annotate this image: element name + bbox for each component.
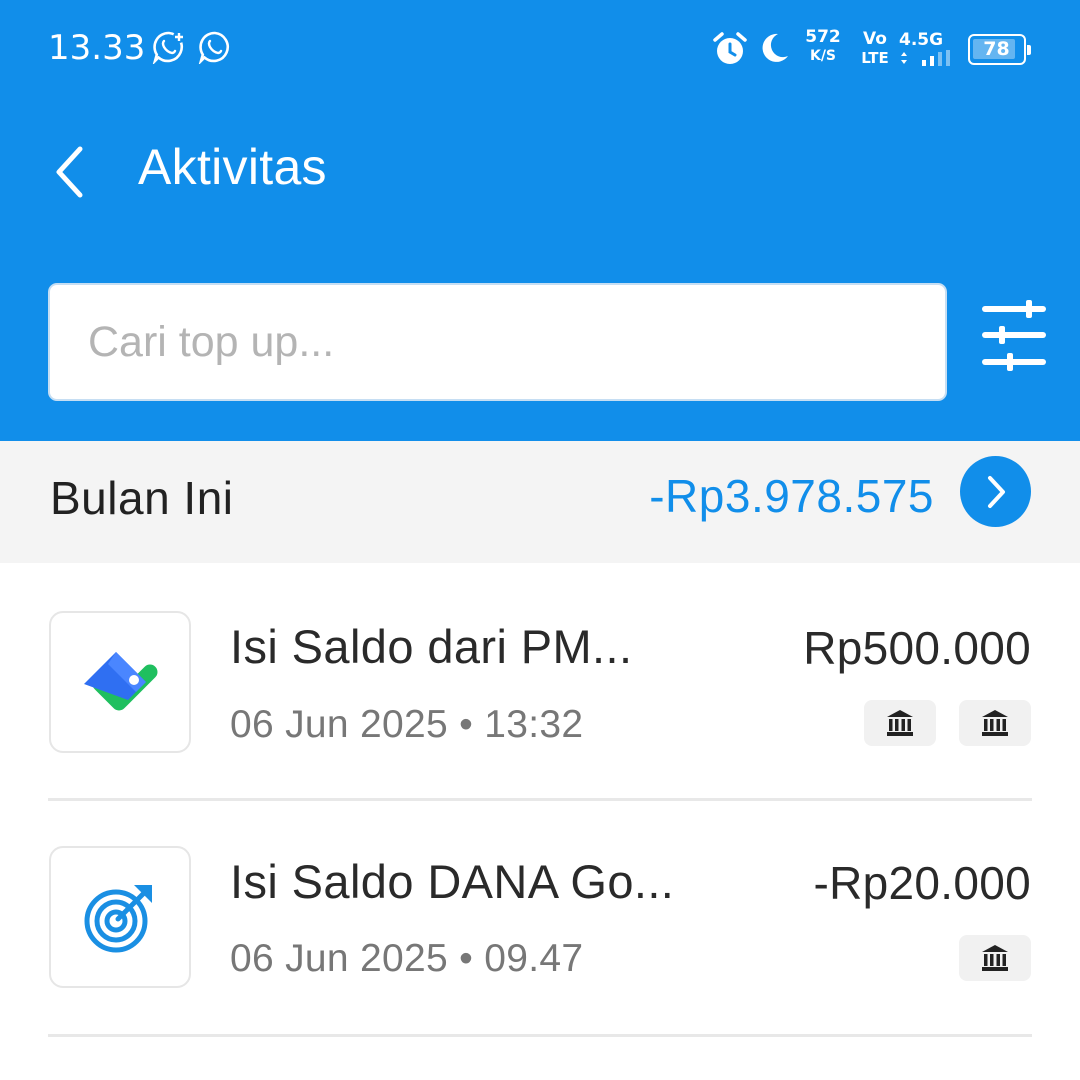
month-label: Bulan Ini [50, 472, 234, 524]
bank-badge [864, 700, 936, 746]
battery-icon: 78 [968, 34, 1031, 65]
page-title: Aktivitas [138, 139, 327, 195]
filter-button[interactable] [975, 296, 1053, 376]
status-time: 13.33 [48, 28, 146, 68]
month-summary[interactable]: Bulan Ini -Rp3.978.575 [0, 441, 1080, 563]
whatsapp-business-icon [152, 30, 186, 69]
month-total: -Rp3.978.575 [649, 470, 934, 522]
wallet-topup-icon [84, 652, 158, 711]
battery-level: 78 [983, 38, 1010, 60]
bank-badge [959, 700, 1031, 746]
app-header: 13.33 572 K/S Vo LTE 4.5G 78 Aktivitas C… [0, 0, 1080, 441]
network-type: 4.5G [899, 30, 944, 50]
back-button[interactable] [30, 130, 110, 214]
chevron-left-icon [56, 146, 83, 198]
transaction-datetime: 06 Jun 2025 • 09.47 [230, 937, 584, 980]
net-speed: 572 K/S [805, 27, 841, 65]
moon-icon [758, 31, 790, 70]
transaction-amount: -Rp20.000 [813, 857, 1031, 909]
transaction-title: Isi Saldo dari PM... [230, 620, 633, 673]
battery-tip [1027, 45, 1031, 55]
target-goal-icon [84, 885, 152, 953]
chevron-right-icon [987, 475, 1005, 508]
transaction-thumbnail [49, 846, 191, 988]
transaction-amount: Rp500.000 [803, 622, 1031, 674]
search-input[interactable] [88, 285, 908, 399]
alarm-icon [712, 31, 748, 72]
volte-indicator: Vo LTE [861, 29, 889, 68]
month-detail-button[interactable] [960, 456, 1031, 527]
bank-badge [959, 935, 1031, 981]
signal-icon [900, 48, 956, 71]
search-box[interactable] [48, 283, 947, 401]
status-bar: 13.33 572 K/S Vo LTE 4.5G 78 [0, 0, 1080, 100]
bank-icon [982, 710, 1008, 736]
whatsapp-icon [198, 30, 232, 69]
transaction-title: Isi Saldo DANA Go... [230, 855, 675, 908]
divider [48, 1034, 1032, 1037]
transaction-row[interactable]: Isi Saldo dari PM... 06 Jun 2025 • 13:32… [0, 563, 1080, 799]
transaction-datetime: 06 Jun 2025 • 13:32 [230, 703, 584, 746]
bank-icon [887, 710, 913, 736]
sliders-icon [982, 300, 1046, 371]
bank-icon [982, 945, 1008, 971]
transaction-row[interactable]: Isi Saldo DANA Go... 06 Jun 2025 • 09.47… [0, 800, 1080, 1036]
transaction-thumbnail [49, 611, 191, 753]
